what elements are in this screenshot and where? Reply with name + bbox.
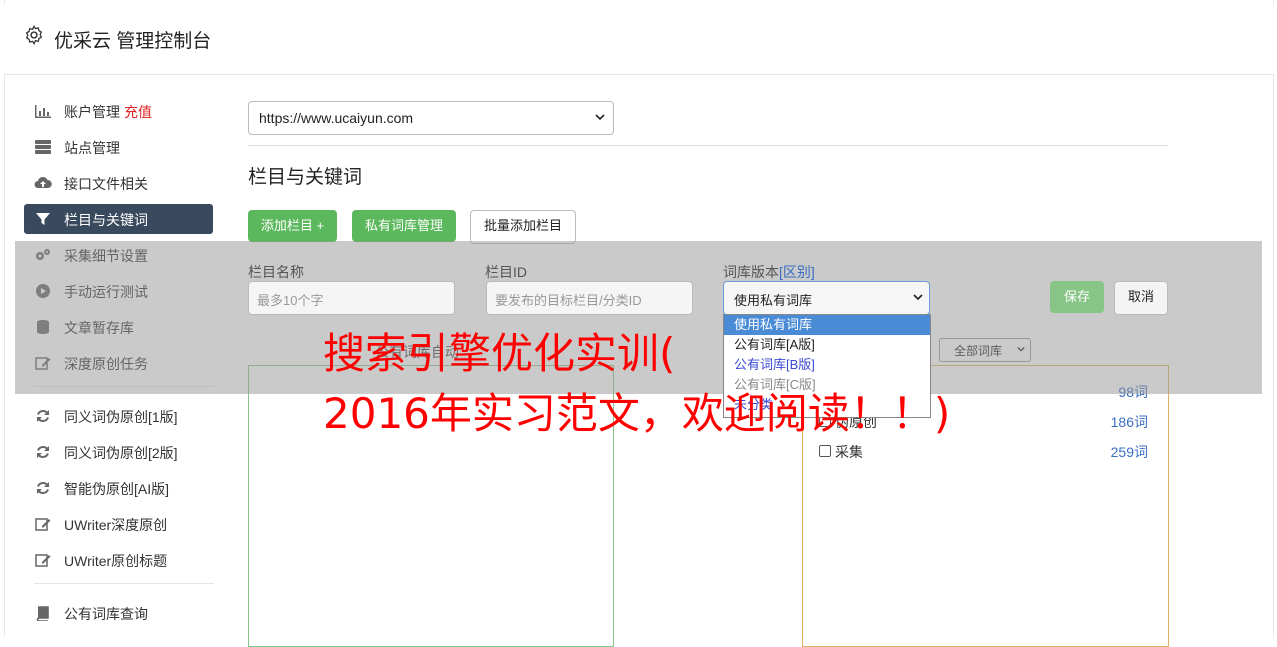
cloud-upload-icon — [34, 176, 52, 188]
left-border — [4, 0, 5, 636]
section-title: 栏目与关键词 — [248, 167, 363, 188]
edit-icon — [35, 357, 51, 370]
database-icon — [37, 320, 49, 334]
site-select-value: https://www.ucaiyun.com — [259, 110, 414, 126]
column-name-label: 栏目名称 — [248, 264, 304, 280]
recharge-link[interactable]: 充值 — [124, 104, 152, 120]
sidebar-item-synonym-v2[interactable]: 同义词伪原创[2版] — [24, 437, 213, 467]
column-id-label: 栏目ID — [485, 264, 527, 280]
cancel-button[interactable]: 取消 — [1114, 281, 1168, 315]
add-column-button[interactable]: 添加栏目 + — [248, 210, 337, 242]
watermark-line1: 搜索引擎优化实训( — [323, 329, 676, 378]
gear-icon — [25, 24, 43, 46]
batch-add-button[interactable]: 批量添加栏目 — [470, 210, 576, 244]
lib-name: 采集 — [835, 444, 863, 460]
sidebar-item-account[interactable]: 账户管理 充值 — [24, 96, 213, 126]
refresh-icon — [37, 410, 49, 422]
column-name-placeholder: 最多10个字 — [257, 293, 324, 308]
lib-version-value: 使用私有词库 — [734, 293, 813, 308]
save-button[interactable]: 保存 — [1050, 281, 1104, 313]
play-circle-icon — [36, 284, 50, 298]
lib-count: 186词 — [1110, 414, 1148, 430]
refresh-icon — [37, 446, 49, 458]
sidebar-item-uwriter-title[interactable]: UWriter原创标题 — [24, 545, 213, 575]
lib-version-label: 词库版本[区别] — [723, 262, 815, 282]
lib-row[interactable]: 采集 259词 — [818, 442, 1148, 462]
sidebar-item-label: 深度原创任务 — [64, 356, 148, 372]
chevron-down-icon — [1017, 346, 1025, 352]
server-icon — [35, 140, 51, 154]
sidebar-item-label: UWriter原创标题 — [64, 553, 168, 569]
sidebar-item-label: 采集细节设置 — [64, 248, 148, 264]
filter-icon — [36, 213, 50, 225]
column-name-input[interactable]: 最多10个字 — [248, 281, 455, 315]
sidebar-item-manual-run[interactable]: 手动运行测试 — [24, 276, 213, 306]
sidebar-item-article-store[interactable]: 文章暂存库 — [24, 312, 213, 342]
sidebar-item-ai-original[interactable]: 智能伪原创[AI版] — [24, 473, 213, 503]
bar-chart-icon — [35, 105, 51, 118]
sidebar-item-label: UWriter深度原创 — [64, 517, 168, 533]
book-icon — [36, 606, 49, 621]
divider — [248, 145, 1168, 146]
sidebar-item-label: 公有词库查询 — [64, 606, 148, 622]
private-lib-button[interactable]: 私有词库管理 — [352, 210, 456, 242]
sidebar-item-uwriter-deep[interactable]: UWriter深度原创 — [24, 509, 213, 539]
column-id-input[interactable]: 要发布的目标栏目/分类ID — [486, 281, 693, 315]
diff-link[interactable]: [区别] — [779, 264, 815, 280]
sidebar-item-label: 手动运行测试 — [64, 284, 148, 300]
all-libs-select[interactable]: 全部词库 — [939, 338, 1031, 362]
sidebar-item-label: 栏目与关键词 — [64, 212, 148, 228]
sidebar: 账户管理 充值 站点管理 接口文件相关 栏目与关键词 采集细节设置 手动运行测试 … — [24, 96, 214, 634]
cogs-icon — [36, 249, 50, 260]
sidebar-item-collect-settings[interactable]: 采集细节设置 — [24, 240, 213, 270]
sidebar-divider — [34, 583, 214, 584]
dropdown-option[interactable]: 公有词库[B版] — [724, 355, 930, 375]
sidebar-item-label: 站点管理 — [64, 140, 120, 156]
all-libs-value: 全部词库 — [954, 344, 1003, 358]
sidebar-divider — [34, 386, 214, 387]
column-id-placeholder: 要发布的目标栏目/分类ID — [495, 293, 642, 308]
sidebar-item-label: 文章暂存库 — [64, 320, 134, 336]
app-header: 优采云 管理控制台 — [4, 4, 1274, 75]
sidebar-item-deep-original[interactable]: 深度原创任务 — [24, 348, 213, 378]
page-title: 优采云 管理控制台 — [54, 31, 212, 52]
sidebar-item-label: 智能伪原创[AI版] — [64, 481, 170, 497]
lib-version-label-text: 词库版本 — [723, 264, 779, 280]
sidebar-item-columns-keywords[interactable]: 栏目与关键词 — [24, 204, 213, 234]
site-select[interactable]: https://www.ucaiyun.com — [248, 101, 614, 135]
chevron-down-icon — [595, 114, 605, 121]
refresh-icon — [37, 482, 49, 494]
lib-count: 98词 — [1118, 384, 1148, 400]
sidebar-item-public-lib[interactable]: 公有词库查询 — [24, 598, 213, 628]
watermark-line2: 2016年实习范文，欢迎阅读！！) — [323, 389, 951, 438]
sidebar-item-label: 同义词伪原创[2版] — [64, 445, 178, 461]
sidebar-item-label: 接口文件相关 — [64, 176, 148, 192]
lib-version-select[interactable]: 使用私有词库 — [723, 281, 930, 315]
right-border — [1273, 0, 1274, 636]
dropdown-option[interactable]: 使用私有词库 — [724, 315, 930, 335]
sidebar-item-synonym-v1[interactable]: 同义词伪原创[1版] — [24, 401, 213, 431]
sidebar-item-sites[interactable]: 站点管理 — [24, 132, 213, 162]
lib-count: 259词 — [1110, 444, 1148, 460]
dropdown-option[interactable]: 公有词库[A版] — [724, 335, 930, 355]
edit-icon — [35, 554, 51, 567]
sidebar-item-label: 账户管理 — [64, 104, 120, 120]
edit-icon — [35, 518, 51, 531]
lib-checkbox[interactable] — [819, 445, 831, 457]
chevron-down-icon — [913, 294, 923, 301]
sidebar-item-label: 同义词伪原创[1版] — [64, 409, 178, 425]
sidebar-item-interface[interactable]: 接口文件相关 — [24, 168, 213, 198]
